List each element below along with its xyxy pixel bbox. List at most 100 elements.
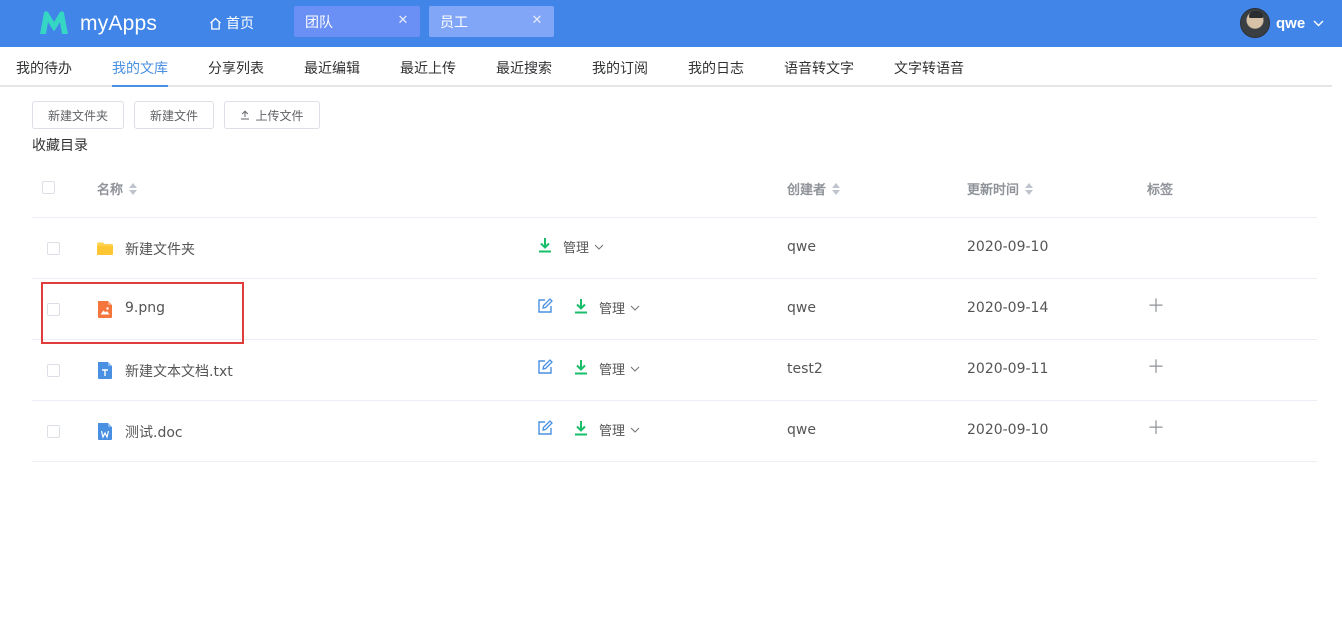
edit-button[interactable] [537, 298, 553, 314]
table-header: 名称 创建者 更新时间 标签 [32, 157, 1317, 218]
edit-icon [538, 359, 553, 374]
manage-label: 管理 [599, 363, 626, 378]
table-row[interactable]: 新建文本文档.txt 管理 test2 2020-09-11 ＋ [32, 340, 1317, 401]
column-updated[interactable]: 更新时间 [967, 179, 1034, 198]
tab-my-subscriptions[interactable]: 我的订阅 [592, 58, 648, 78]
file-name[interactable]: 测试.doc [125, 422, 183, 442]
upload-file-label: 上传文件 [255, 108, 304, 123]
column-name-label: 名称 [97, 183, 124, 198]
file-name[interactable]: 新建文本文档.txt [125, 361, 233, 381]
creator: qwe [787, 239, 816, 255]
creator: test2 [787, 361, 823, 377]
column-tags: 标签 [1147, 179, 1173, 198]
favorites-directory[interactable]: 收藏目录 [32, 135, 88, 155]
download-button[interactable] [574, 420, 588, 436]
tab-staff[interactable]: 员工 ✕ [429, 6, 554, 37]
new-file-label: 新建文件 [149, 108, 198, 123]
library-nav: 我的待办 我的文库 分享列表 最近编辑 最近上传 最近搜索 我的订阅 我的日志 … [0, 47, 1342, 87]
updated-date: 2020-09-14 [967, 300, 1049, 316]
edit-icon [538, 298, 553, 313]
app-logo[interactable]: myApps [38, 8, 157, 38]
edit-button[interactable] [537, 359, 553, 375]
download-icon [575, 421, 587, 436]
download-icon [575, 360, 587, 375]
updated-date: 2020-09-10 [967, 239, 1049, 255]
tab-my-library[interactable]: 我的文库 [112, 58, 168, 78]
add-tag-icon[interactable]: ＋ [1147, 359, 1165, 377]
word-file-icon [98, 423, 112, 440]
add-tag-icon[interactable]: ＋ [1147, 298, 1165, 316]
sort-icon[interactable] [129, 182, 138, 195]
manage-dropdown[interactable]: 管理 [563, 237, 604, 256]
upload-icon [241, 110, 250, 120]
table-row[interactable]: 测试.doc 管理 qwe 2020-09-10 ＋ [32, 401, 1317, 462]
manage-dropdown[interactable]: 管理 [599, 359, 640, 378]
manage-dropdown[interactable]: 管理 [599, 298, 640, 317]
logo-icon [40, 11, 68, 34]
user-name: qwe [1276, 14, 1306, 32]
column-tags-label: 标签 [1147, 183, 1174, 198]
select-all-checkbox[interactable] [42, 181, 55, 194]
manage-label: 管理 [599, 302, 626, 317]
column-creator-label: 创建者 [787, 183, 827, 198]
manage-label: 管理 [599, 424, 626, 439]
avatar [1240, 8, 1270, 38]
updated-date: 2020-09-10 [967, 422, 1049, 438]
row-checkbox[interactable] [47, 364, 60, 377]
tab-text-to-speech[interactable]: 文字转语音 [894, 58, 964, 78]
folder-icon [97, 242, 113, 255]
app-name: myApps [80, 12, 158, 35]
creator: qwe [787, 300, 816, 316]
close-icon[interactable]: ✕ [396, 14, 410, 28]
tab-my-logs[interactable]: 我的日志 [688, 58, 744, 78]
sort-icon[interactable] [832, 182, 841, 195]
close-icon[interactable]: ✕ [530, 14, 544, 28]
chevron-down-icon [594, 244, 604, 250]
manage-dropdown[interactable]: 管理 [599, 420, 640, 439]
tab-label: 员工 [440, 14, 468, 31]
download-button[interactable] [574, 359, 588, 375]
text-file-icon [98, 362, 112, 379]
top-bar: myApps 首页 团队 ✕ 员工 ✕ qwe [0, 0, 1342, 47]
new-folder-button[interactable]: 新建文件夹 [32, 101, 124, 129]
new-folder-label: 新建文件夹 [47, 108, 108, 123]
sort-icon[interactable] [1025, 182, 1034, 195]
column-updated-label: 更新时间 [967, 183, 1020, 198]
chevron-down-icon [1313, 20, 1324, 26]
creator: qwe [787, 422, 816, 438]
active-tab-indicator [112, 85, 168, 87]
column-name[interactable]: 名称 [97, 179, 138, 198]
tab-recent-searches[interactable]: 最近搜索 [496, 58, 552, 78]
row-checkbox[interactable] [47, 425, 60, 438]
home-label: 首页 [226, 16, 254, 32]
row-checkbox[interactable] [47, 303, 60, 316]
new-file-button[interactable]: 新建文件 [134, 101, 214, 129]
manage-label: 管理 [563, 241, 590, 256]
home-link[interactable]: 首页 [209, 12, 254, 34]
image-file-icon [98, 301, 112, 318]
tab-recent-uploads[interactable]: 最近上传 [400, 58, 456, 78]
tab-label: 团队 [305, 14, 333, 31]
chevron-down-icon [630, 366, 640, 372]
home-icon [210, 17, 221, 30]
file-name[interactable]: 9.png [125, 300, 165, 316]
file-name[interactable]: 新建文件夹 [125, 239, 195, 259]
edit-button[interactable] [537, 420, 553, 436]
column-creator[interactable]: 创建者 [787, 179, 841, 198]
table-row[interactable]: 9.png 管理 qwe 2020-09-14 ＋ [32, 279, 1317, 340]
download-button[interactable] [538, 237, 552, 253]
download-button[interactable] [574, 298, 588, 314]
upload-file-button[interactable]: 上传文件 [224, 101, 320, 129]
nav-divider [0, 85, 1332, 87]
add-tag-icon[interactable]: ＋ [1147, 420, 1165, 438]
tab-my-todo[interactable]: 我的待办 [16, 58, 72, 78]
tab-team[interactable]: 团队 ✕ [294, 6, 420, 37]
user-menu[interactable]: qwe [1240, 8, 1324, 38]
tab-recent-edits[interactable]: 最近编辑 [304, 58, 360, 78]
table-row[interactable]: 新建文件夹 管理 qwe 2020-09-10 [32, 218, 1317, 279]
tab-share-list[interactable]: 分享列表 [208, 58, 264, 78]
updated-date: 2020-09-11 [967, 361, 1049, 377]
tab-speech-to-text[interactable]: 语音转文字 [784, 58, 854, 78]
download-icon [575, 299, 587, 314]
row-checkbox[interactable] [47, 242, 60, 255]
